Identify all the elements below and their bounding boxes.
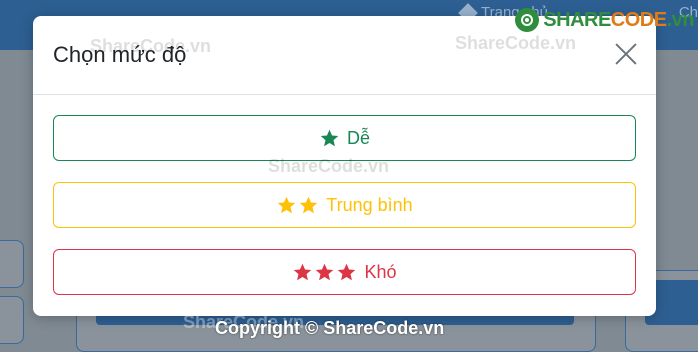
difficulty-easy-button[interactable]: Dễ [53, 115, 636, 161]
star-icon [320, 129, 339, 146]
difficulty-modal: Chọn mức độ Dễ Trung bình Khó [33, 16, 656, 316]
sharecode-logo: SHARECODE.vn [515, 8, 695, 32]
background-card [0, 296, 24, 344]
star-icon [294, 263, 312, 280]
difficulty-medium-label: Trung bình [326, 194, 413, 215]
close-icon[interactable] [614, 42, 638, 66]
copyright-watermark: Copyright © ShareCode.vn [215, 318, 445, 338]
difficulty-easy-label: Dễ [346, 127, 370, 148]
star-rating [276, 195, 319, 216]
star-icon [316, 263, 334, 280]
difficulty-hard-label: Khó [364, 261, 397, 282]
star-icon [300, 196, 318, 213]
background-card [0, 240, 24, 288]
logo-icon [515, 8, 540, 32]
star-icon [278, 196, 296, 213]
star-icon [338, 263, 356, 280]
difficulty-hard-button[interactable]: Khó [53, 249, 636, 295]
star-rating [292, 262, 357, 283]
difficulty-medium-button[interactable]: Trung bình [53, 182, 636, 228]
modal-body: Dễ Trung bình Khó [53, 115, 636, 316]
modal-title: Chọn mức độ [53, 42, 187, 67]
logo-text: SHARECODE.vn [543, 8, 694, 31]
star-rating [319, 128, 340, 149]
